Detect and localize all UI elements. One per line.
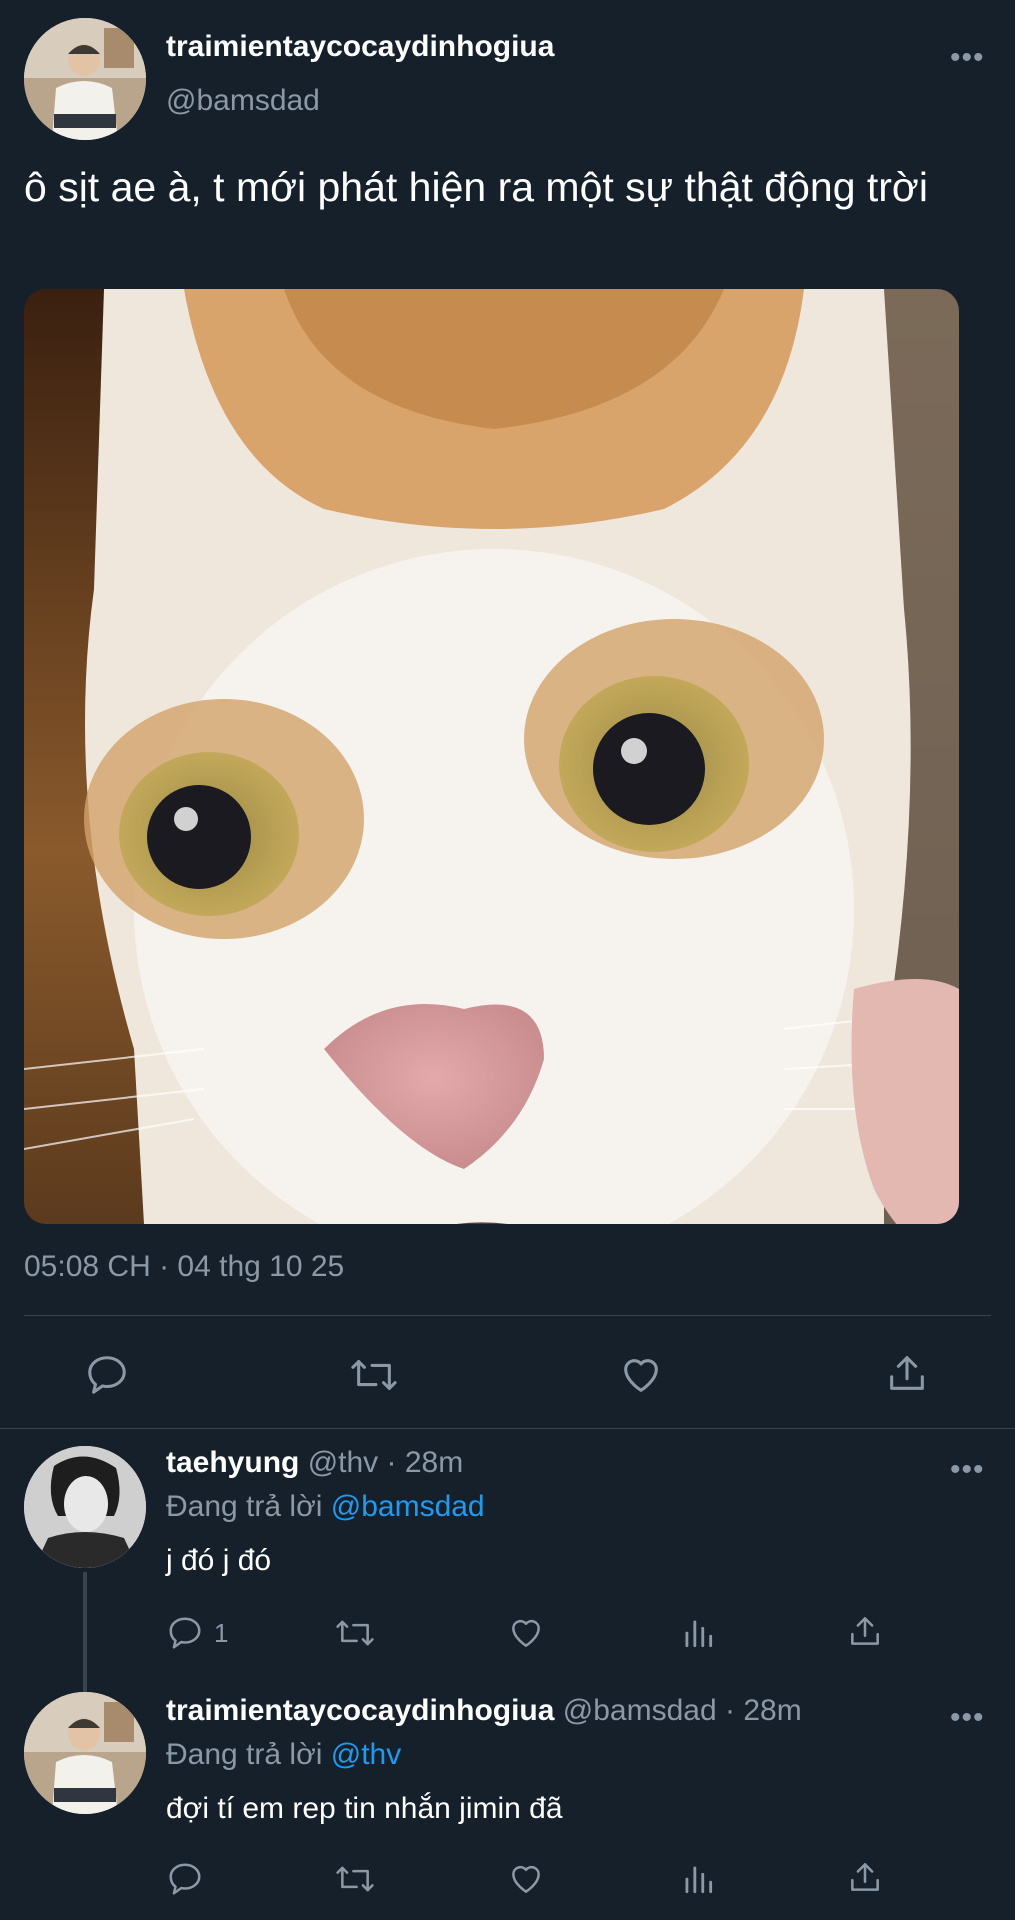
replying-to: Đang trả lời @bamsdad [166,1490,485,1524]
handle[interactable]: @bamsdad [563,1694,717,1727]
more-options-icon[interactable]: ••• [950,43,985,73]
retweet-icon[interactable] [334,1614,376,1652]
reply-time[interactable]: · 28m [387,1446,464,1479]
reply-text: j đó j đó [166,1544,272,1577]
display-name[interactable]: taehyung [166,1446,299,1479]
display-name[interactable]: traimientaycocaydinhogiua [166,1694,554,1727]
divider [0,1428,1015,1429]
share-icon[interactable] [846,1858,884,1896]
avatar[interactable] [24,1692,146,1814]
display-name[interactable]: traimientaycocaydinhogiua [166,30,554,64]
reply-icon[interactable] [84,1352,130,1398]
retweet-icon[interactable] [349,1352,399,1398]
like-icon[interactable] [618,1352,664,1398]
like-icon[interactable] [507,1860,545,1898]
reply-count: 1 [214,1618,229,1648]
analytics-icon[interactable] [679,1860,717,1898]
share-icon[interactable] [846,1612,884,1650]
handle[interactable]: @thv [308,1446,378,1479]
avatar[interactable] [24,1446,146,1568]
like-icon[interactable] [507,1614,545,1652]
reply-text: đợi tí em rep tin nhắn jimin đã [166,1792,563,1825]
replying-label: Đang trả lời [166,1490,323,1523]
mention-link[interactable]: @bamsdad [331,1490,485,1523]
reply-icon[interactable] [166,1614,204,1652]
tweet-timestamp[interactable]: 05:08 CH · 04 thg 10 25 [24,1250,344,1284]
analytics-icon[interactable] [679,1614,717,1652]
share-icon[interactable] [884,1350,930,1396]
more-options-icon[interactable]: ••• [950,1455,985,1485]
thread-line [83,1572,87,1694]
replying-to: Đang trả lời @thv [166,1738,401,1772]
reply-header: taehyung @thv · 28m [166,1446,463,1480]
mention-link[interactable]: @thv [331,1738,401,1771]
more-options-icon[interactable]: ••• [950,1703,985,1733]
replying-label: Đang trả lời [166,1738,323,1771]
tweet-text: ô sịt ae à, t mới phát hiện ra một sự th… [24,164,928,210]
handle[interactable]: @bamsdad [166,84,320,118]
divider [24,1315,991,1316]
reply-time[interactable]: · 28m [725,1694,802,1727]
reply-header: traimientaycocaydinhogiua @bamsdad · 28m [166,1694,802,1728]
retweet-icon[interactable] [334,1860,376,1898]
avatar[interactable] [24,18,146,140]
tweet-image[interactable] [24,289,959,1224]
reply-icon[interactable] [166,1860,204,1898]
